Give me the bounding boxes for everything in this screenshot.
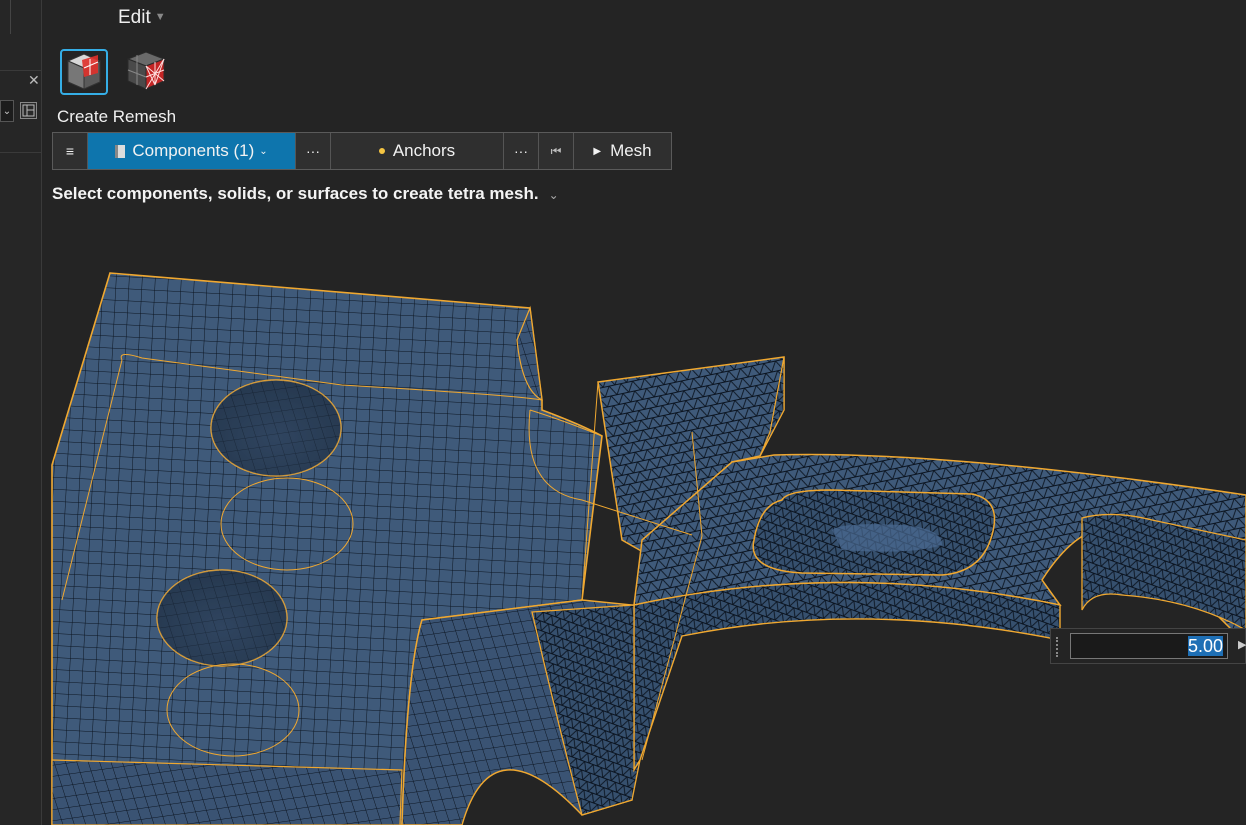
components-options-button[interactable]: ···	[296, 133, 331, 169]
more-icon: ···	[514, 143, 528, 159]
graphics-viewport[interactable]	[42, 200, 1246, 825]
drag-handle[interactable]	[1056, 637, 1060, 657]
menu-icon: ≡	[65, 143, 75, 159]
more-icon: ···	[306, 143, 320, 159]
panel-separator	[0, 152, 41, 153]
play-icon[interactable]: ▶	[1238, 638, 1246, 651]
mesh-button[interactable]: ▶ Mesh	[574, 133, 671, 169]
close-icon[interactable]: ✕	[28, 72, 40, 89]
edit-menu[interactable]: Edit ▼	[118, 7, 166, 29]
components-label: Components (1)	[132, 141, 255, 160]
skip-back-icon: ⏮	[550, 143, 562, 158]
panel-divider	[10, 0, 11, 34]
panel-separator	[0, 70, 41, 71]
play-icon: ▶	[593, 145, 602, 157]
chevron-down-icon[interactable]: ⌄	[0, 100, 14, 122]
guide-bar-menu-button[interactable]: ≡	[53, 133, 88, 169]
panel-layout-icon[interactable]	[20, 102, 37, 119]
components-selector[interactable]: Components (1) ⌄	[88, 133, 296, 169]
quad-mesh-block	[51, 272, 633, 825]
anchors-selector[interactable]: Anchors	[331, 133, 504, 169]
edit-menu-label: Edit	[118, 7, 151, 28]
chevron-down-icon: ⌄	[259, 145, 268, 157]
tetra-mesh-region	[528, 356, 1246, 816]
anchors-label: Anchors	[392, 141, 456, 160]
tetra-mesh-tool-icon[interactable]	[124, 49, 172, 95]
left-panel: ✕ ⌄	[0, 0, 42, 825]
mesh-label: Mesh	[610, 141, 652, 160]
element-size-input-panel: 5.00 ▶	[1050, 628, 1246, 664]
anchor-icon	[378, 148, 385, 154]
element-size-value: 5.00	[1187, 636, 1223, 656]
anchors-options-button[interactable]: ···	[504, 133, 539, 169]
tool-label: Create Remesh	[57, 107, 177, 126]
caret-down-icon: ▼	[154, 11, 166, 23]
guide-bar: ≡ Components (1) ⌄ ··· Anchors ··· ⏮ ▶ M…	[52, 132, 672, 170]
reset-button[interactable]: ⏮	[539, 133, 574, 169]
component-icon	[115, 144, 126, 158]
create-remesh-tool-icon[interactable]	[60, 49, 108, 95]
element-size-input[interactable]: 5.00	[1070, 633, 1228, 659]
